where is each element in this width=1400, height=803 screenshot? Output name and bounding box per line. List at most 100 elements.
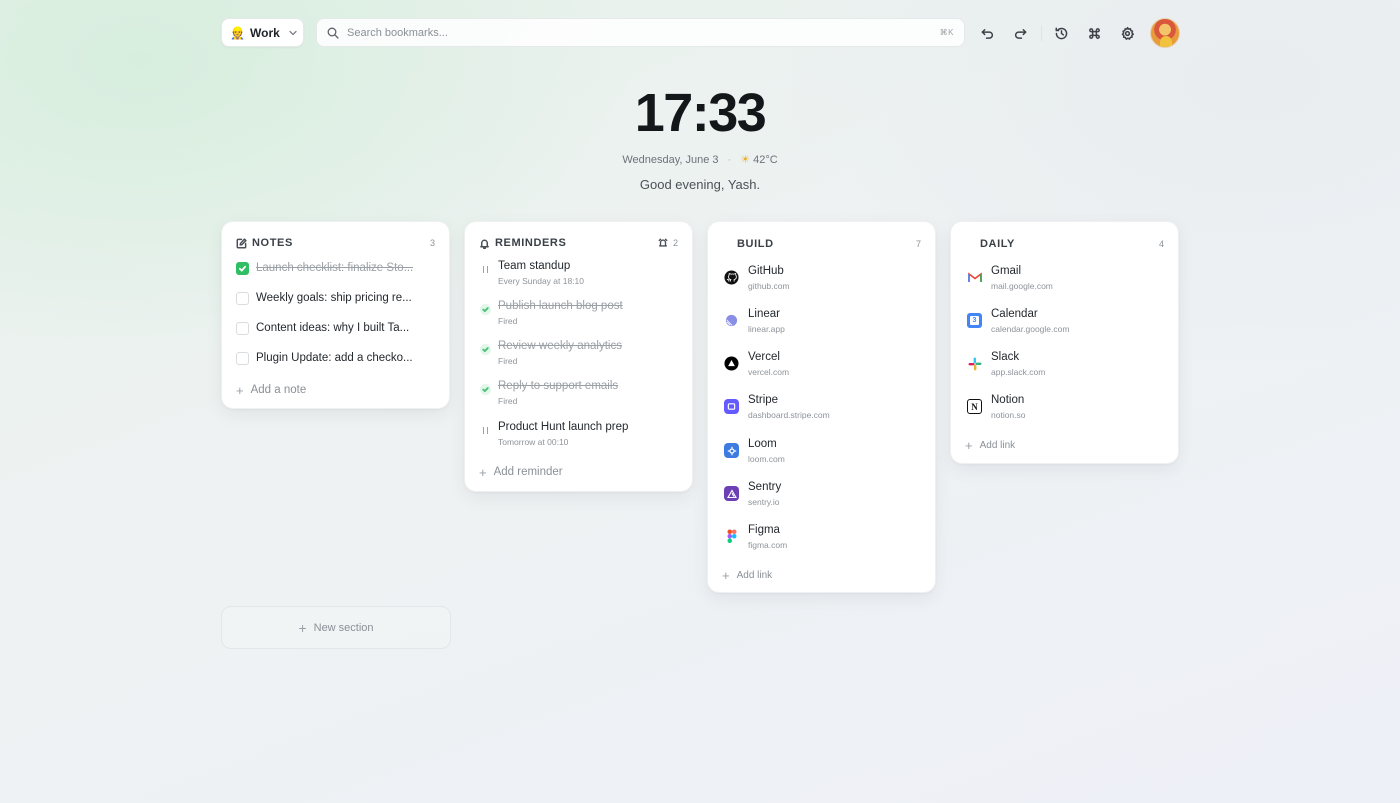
note-text: Launch checklist: finalize Sto... <box>256 262 414 274</box>
reminder-title: Team standup <box>498 260 571 272</box>
note-checkbox[interactable] <box>236 321 249 335</box>
bookmark-link-calendar[interactable]: 3 Calendar calendar.google.com <box>965 308 1164 338</box>
history-icon <box>1055 27 1067 39</box>
reminder-item[interactable]: Publish launch blog post Fired <box>479 300 678 330</box>
reminders-count: 2 <box>672 238 678 248</box>
bookmark-link-linear[interactable]: Linear linear.app <box>722 308 921 338</box>
reminder-item[interactable]: Team standup Every Sunday at 18:10 <box>479 260 678 290</box>
pause-icon <box>479 424 491 436</box>
add-link-button[interactable]: + Add link <box>965 437 1015 453</box>
bookmark-url: linear.app <box>748 324 785 334</box>
stripe-icon <box>724 399 739 414</box>
chevron-down-icon <box>289 30 297 35</box>
reminder-title: Product Hunt launch prep <box>498 421 629 433</box>
bookmark-link-loom[interactable]: Loom loom.com <box>722 438 921 468</box>
add-reminder-button[interactable]: + Add reminder <box>479 464 563 480</box>
worker-emoji-icon: 👷 <box>230 25 245 40</box>
note-item[interactable]: Plugin Update: add a checko... <box>236 348 435 368</box>
bookmark-url: calendar.google.com <box>991 324 1070 334</box>
build-count: 7 <box>915 239 921 249</box>
reminder-schedule: Every Sunday at 18:10 <box>498 276 585 286</box>
search-bar[interactable]: ⌘K <box>316 18 965 47</box>
bookmark-link-vercel[interactable]: Vercel vercel.com <box>722 351 921 381</box>
daily-header: DAILY 4 <box>980 237 1164 251</box>
bookmark-url: dashboard.stripe.com <box>748 410 830 420</box>
reminder-item[interactable]: Review weekly analytics Fired <box>479 340 678 370</box>
bookmark-url: sentry.io <box>748 497 780 507</box>
build-title: BUILD <box>737 238 774 250</box>
bookmark-name: Stripe <box>748 394 779 406</box>
undo-button[interactable] <box>977 23 997 43</box>
slack-icon <box>967 356 982 371</box>
reminder-item[interactable]: Reply to support emails Fired <box>479 380 678 410</box>
avatar[interactable] <box>1150 18 1180 48</box>
alarm-icon <box>658 238 668 247</box>
history-button[interactable] <box>1051 23 1071 43</box>
clock-time: 17:33 <box>634 83 767 143</box>
github-icon <box>724 270 739 285</box>
bookmark-name: Notion <box>991 394 1025 406</box>
bookmark-link-figma[interactable]: Figma figma.com <box>722 524 921 554</box>
top-bar: 👷 Work ⌘K <box>221 18 1181 48</box>
undo-icon <box>981 28 993 39</box>
note-item[interactable]: Launch checklist: finalize Sto... <box>236 258 435 278</box>
reminder-status: Fired <box>498 316 518 326</box>
reminder-title: Reply to support emails <box>498 380 619 392</box>
bookmark-url: notion.so <box>991 410 1026 420</box>
bookmark-link-gmail[interactable]: Gmail mail.google.com <box>965 265 1164 295</box>
reminder-item[interactable]: Product Hunt launch prep Tomorrow at 00:… <box>479 421 678 451</box>
check-icon <box>238 265 247 271</box>
bookmark-link-sentry[interactable]: Sentry sentry.io <box>722 481 921 511</box>
reminder-status: Fired <box>498 396 518 406</box>
add-link-button[interactable]: + Add link <box>722 567 772 583</box>
plus-icon: + <box>965 437 973 453</box>
bookmark-link-github[interactable]: GitHub github.com <box>722 265 921 295</box>
new-section-button[interactable]: + New section <box>221 606 451 649</box>
plus-icon: + <box>298 619 307 636</box>
redo-icon <box>1014 28 1026 39</box>
linear-icon <box>724 313 739 328</box>
bookmark-url: app.slack.com <box>991 367 1046 377</box>
bookmark-name: Vercel <box>748 351 780 363</box>
bookmark-name: Loom <box>748 438 777 450</box>
note-checkbox[interactable] <box>236 261 249 275</box>
figma-icon <box>724 529 739 544</box>
notes-header: NOTES 3 <box>236 236 435 250</box>
note-checkbox[interactable] <box>236 351 249 365</box>
reminder-status: Fired <box>498 356 518 366</box>
note-checkbox[interactable] <box>236 291 249 305</box>
sun-icon: ☀ <box>740 154 751 166</box>
separator-dot: · <box>727 154 732 166</box>
daily-title: DAILY <box>980 238 1015 250</box>
search-input[interactable] <box>347 26 940 39</box>
bookmark-name: Gmail <box>991 265 1022 277</box>
check-circle-icon <box>479 303 491 315</box>
redo-button[interactable] <box>1010 23 1030 43</box>
plus-icon: + <box>479 464 487 480</box>
bookmark-link-notion[interactable]: N Notion notion.so <box>965 394 1164 424</box>
add-link-label: Add link <box>736 569 773 581</box>
search-shortcut: ⌘K <box>939 28 954 37</box>
search-icon <box>327 27 339 39</box>
notes-count: 3 <box>429 238 435 248</box>
command-icon <box>1088 27 1100 39</box>
vercel-icon <box>724 356 739 371</box>
bookmark-name: Linear <box>748 308 780 320</box>
settings-button[interactable] <box>1117 23 1137 43</box>
bookmark-link-slack[interactable]: Slack app.slack.com <box>965 351 1164 381</box>
bell-icon <box>480 239 489 249</box>
date-text: Wednesday, June 3 <box>622 154 719 166</box>
command-button[interactable] <box>1084 23 1104 43</box>
workspace-switcher[interactable]: 👷 Work <box>221 18 304 47</box>
note-edit-icon <box>236 237 247 248</box>
bookmark-link-stripe[interactable]: Stripe dashboard.stripe.com <box>722 394 921 424</box>
bookmark-url: github.com <box>748 281 790 291</box>
add-note-button[interactable]: + Add a note <box>236 382 306 398</box>
note-text: Content ideas: why I built Ta... <box>256 322 410 334</box>
notes-title: NOTES <box>252 237 293 249</box>
daily-count: 4 <box>1158 239 1164 249</box>
add-link-label: Add link <box>979 439 1016 451</box>
note-item[interactable]: Content ideas: why I built Ta... <box>236 318 435 338</box>
bookmark-name: Slack <box>991 351 1020 363</box>
note-item[interactable]: Weekly goals: ship pricing re... <box>236 288 435 308</box>
